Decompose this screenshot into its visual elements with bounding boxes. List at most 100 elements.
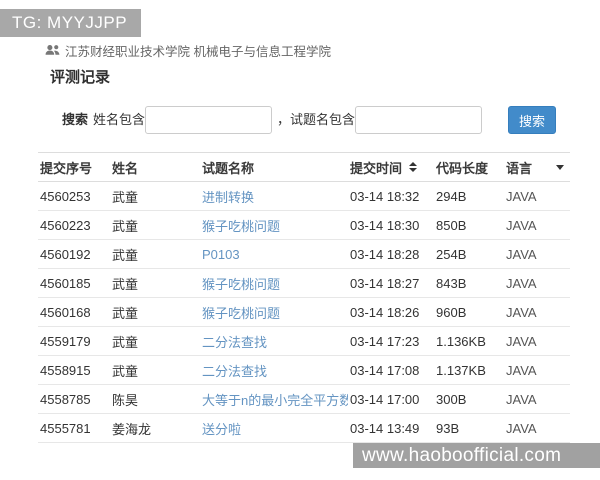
cell-problem: 进制转换 — [200, 182, 348, 211]
cell-problem: 猴子吃桃问题 — [200, 298, 348, 327]
problem-link[interactable]: P0103 — [202, 247, 240, 262]
school-bar: 江苏财经职业技术学院 机械电子与信息工程学院 — [45, 41, 331, 59]
name-contains-label: 姓名包含 — [93, 112, 146, 127]
table-row: 4559179 武童 二分法查找 03-14 17:23 1.136KB JAVA — [38, 327, 570, 356]
col-header-time-label: 提交时间 — [350, 160, 403, 176]
cell-name: 武童 — [112, 189, 139, 205]
cell-problem: 猴子吃桃问题 — [200, 269, 348, 298]
problem-link[interactable]: 猴子吃桃问题 — [202, 277, 280, 292]
cell-problem: 猴子吃桃问题 — [200, 211, 348, 240]
cell-time: 03-14 17:23 — [350, 333, 420, 349]
cell-time: 03-14 13:49 — [350, 420, 420, 436]
cell-problem: 大等于n的最小完全平方数 — [200, 385, 348, 414]
users-icon — [45, 44, 60, 56]
cell-id: 4558915 — [40, 362, 91, 378]
cell-time: 03-14 18:32 — [350, 188, 420, 204]
cell-lang: JAVA — [506, 391, 537, 407]
table-header-row: 提交序号 姓名 试题名称 提交时间 代码长度 语言 — [38, 152, 570, 182]
cell-time: 03-14 18:27 — [350, 275, 420, 291]
cell-length: 850B — [436, 217, 467, 233]
cell-id: 4560168 — [40, 304, 91, 320]
cell-lang: JAVA — [506, 362, 537, 378]
cell-length: 843B — [436, 275, 467, 291]
cell-id: 4555781 — [40, 420, 91, 436]
cell-name: 武童 — [112, 305, 139, 321]
cell-lang: JAVA — [506, 246, 537, 262]
cell-id: 4560185 — [40, 275, 91, 291]
table-row: 4555781 姜海龙 送分啦 03-14 13:49 93B JAVA — [38, 414, 570, 443]
col-header-name: 姓名 — [112, 160, 139, 176]
table-row: 4560185 武童 猴子吃桃问题 03-14 18:27 843B JAVA — [38, 269, 570, 298]
name-contains-input[interactable] — [145, 106, 272, 134]
problem-link[interactable]: 送分啦 — [202, 422, 241, 437]
tg-banner: TG: MYYJJPP — [0, 9, 142, 37]
cell-length: 93B — [436, 420, 460, 436]
separator-and-problem-label: ，试题名包含 — [277, 106, 355, 134]
cell-length: 300B — [436, 391, 467, 407]
problem-link[interactable]: 猴子吃桃问题 — [202, 306, 280, 321]
cell-length: 294B — [436, 188, 467, 204]
cell-id: 4559179 — [40, 333, 91, 349]
table-row: 4558915 武童 二分法查找 03-14 17:08 1.137KB JAVA — [38, 356, 570, 385]
search-button[interactable]: 搜索 — [508, 106, 556, 134]
problem-contains-label: 试题名包含 — [290, 112, 356, 127]
col-header-submission-id: 提交序号 — [40, 160, 93, 176]
table-row: 4558785 陈昊 大等于n的最小完全平方数 03-14 17:00 300B JAVA — [38, 385, 570, 414]
cell-name: 武童 — [112, 334, 139, 350]
cell-lang: JAVA — [506, 275, 537, 291]
cell-lang: JAVA — [506, 217, 537, 233]
col-header-language-label: 语言 — [506, 160, 533, 176]
problem-link[interactable]: 二分法查找 — [202, 364, 267, 379]
problem-contains-input[interactable] — [355, 106, 482, 134]
table-row: 4560223 武童 猴子吃桃问题 03-14 18:30 850B JAVA — [38, 211, 570, 240]
cell-id: 4560253 — [40, 188, 91, 204]
cell-time: 03-14 18:26 — [350, 304, 420, 320]
search-form: 搜索 姓名包含 ，试题名包含 搜索 — [0, 106, 600, 134]
cell-lang: JAVA — [506, 333, 537, 349]
col-header-problem: 试题名称 — [202, 160, 255, 176]
cell-time: 03-14 18:28 — [350, 246, 420, 262]
cell-lang: JAVA — [506, 420, 537, 436]
watermark: www.haoboofficial.com — [353, 443, 600, 468]
cell-name: 姜海龙 — [112, 421, 152, 437]
sort-icon[interactable] — [409, 162, 418, 172]
cell-name: 武童 — [112, 218, 139, 234]
cell-problem: 二分法查找 — [200, 356, 348, 385]
cell-problem: 送分啦 — [200, 414, 348, 443]
col-header-language: 语言 — [504, 153, 570, 182]
cell-name: 武童 — [112, 247, 139, 263]
cell-length: 1.137KB — [436, 362, 486, 378]
cell-problem: 二分法查找 — [200, 327, 348, 356]
cell-name: 武童 — [112, 363, 139, 379]
cell-id: 4560192 — [40, 246, 91, 262]
cell-time: 03-14 18:30 — [350, 217, 420, 233]
cell-name: 武童 — [112, 276, 139, 292]
table-body: 4560253 武童 进制转换 03-14 18:32 294B JAVA 4560223 武… — [38, 182, 570, 443]
cell-name: 陈昊 — [112, 392, 139, 408]
cell-lang: JAVA — [506, 304, 537, 320]
cell-length: 960B — [436, 304, 467, 320]
cell-length: 1.136KB — [436, 333, 486, 349]
cell-time: 03-14 17:08 — [350, 362, 420, 378]
table-row: 4560253 武童 进制转换 03-14 18:32 294B JAVA — [38, 182, 570, 211]
cell-problem: P0103 — [200, 240, 348, 269]
cell-length: 254B — [436, 246, 467, 262]
separator: ， — [277, 112, 291, 127]
school-name: 江苏财经职业技术学院 机械电子与信息工程学院 — [65, 44, 331, 59]
filter-caret-icon[interactable] — [556, 164, 564, 170]
search-section-label: 搜索 — [62, 112, 89, 127]
page-title: 评测记录 — [50, 69, 111, 86]
col-header-time[interactable]: 提交时间 — [348, 153, 434, 182]
cell-lang: JAVA — [506, 188, 537, 204]
cell-id: 4560223 — [40, 217, 91, 233]
cell-time: 03-14 17:00 — [350, 391, 420, 407]
cell-id: 4558785 — [40, 391, 91, 407]
submissions-table: 提交序号 姓名 试题名称 提交时间 代码长度 语言 4560253 武童 进制转换 0… — [38, 152, 570, 443]
problem-link[interactable]: 进制转换 — [202, 190, 254, 205]
table-row: 4560168 武童 猴子吃桃问题 03-14 18:26 960B JAVA — [38, 298, 570, 327]
table-row: 4560192 武童 P0103 03-14 18:28 254B JAVA — [38, 240, 570, 269]
col-header-code-length: 代码长度 — [436, 160, 489, 176]
problem-link[interactable]: 猴子吃桃问题 — [202, 219, 280, 234]
problem-link[interactable]: 二分法查找 — [202, 335, 267, 350]
problem-link[interactable]: 大等于n的最小完全平方数 — [202, 393, 348, 408]
